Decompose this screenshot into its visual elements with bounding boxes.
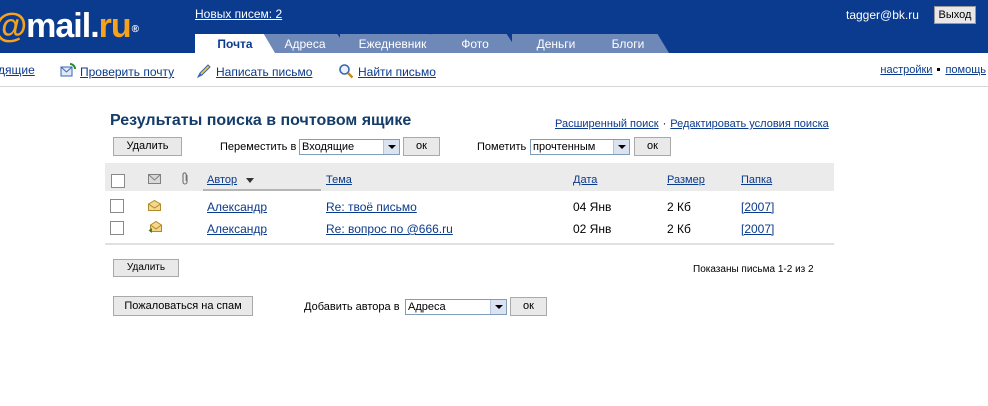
row-subject[interactable]: Re: вопрос по @666.ru [326, 222, 453, 236]
row-date: 04 Янв [573, 200, 612, 214]
envelope-icon [148, 174, 161, 184]
inbox-link-partial[interactable]: дящие [0, 63, 35, 77]
sort-indicator [203, 189, 321, 191]
row-checkbox[interactable] [110, 221, 124, 235]
write-mail-item[interactable]: Написать письмо [196, 63, 312, 79]
add-author-ok-button[interactable]: ок [510, 297, 547, 316]
page-title: Результаты поиска в почтовом ящике [110, 112, 412, 129]
row-author[interactable]: Александр [207, 200, 267, 214]
mark-as-label: Пометить [477, 141, 527, 153]
find-mail-item[interactable]: Найти письмо [338, 63, 436, 79]
separator-dot: · [662, 118, 667, 130]
row-folder[interactable]: [2007] [741, 200, 774, 214]
tab-addresses[interactable]: Адреса [260, 34, 350, 53]
move-to-label: Переместить в [220, 141, 297, 153]
row-size: 2 Кб [667, 222, 691, 236]
move-ok-button[interactable]: ок [403, 137, 440, 156]
user-email: tagger@bk.ru [846, 8, 919, 22]
tab-calendar[interactable]: Ежедневник [340, 34, 445, 53]
chevron-down-icon [383, 140, 399, 154]
mail-toolbar: дящие Проверить почту Написать письмо На… [0, 53, 988, 87]
sort-desc-icon [246, 178, 254, 183]
row-subject[interactable]: Re: твоё письмо [326, 200, 417, 214]
tab-money[interactable]: Деньги [512, 34, 600, 53]
results-count: Показаны письма 1-2 из 2 [693, 264, 814, 275]
edit-search-conditions-link[interactable]: Редактировать условия поиска [670, 118, 828, 130]
row-date: 02 Янв [573, 222, 612, 236]
delete-button-bottom[interactable]: Удалить [113, 259, 179, 277]
tab-blogs[interactable]: Блоги [587, 34, 669, 53]
row-folder[interactable]: [2007] [741, 222, 774, 236]
header-bar: @mail.ru® Новых писем: 2 tagger@bk.ru Вы… [0, 0, 988, 53]
row-size: 2 Кб [667, 200, 691, 214]
pen-icon [196, 64, 211, 79]
table-row[interactable]: Александр Re: вопрос по @666.ru 02 Янв 2… [105, 218, 834, 238]
select-all-checkbox[interactable] [111, 174, 125, 188]
table-row[interactable]: Александр Re: твоё письмо 04 Янв 2 Кб [2… [105, 196, 834, 216]
new-mail-link[interactable]: Новых писем: 2 [195, 7, 282, 21]
table-bottom-divider [105, 243, 834, 245]
chevron-down-icon [613, 140, 629, 154]
add-author-label: Добавить автора в [304, 301, 400, 313]
advanced-search-link[interactable]: Расширенный поиск [555, 118, 659, 130]
read-envelope-icon [148, 200, 161, 211]
settings-link[interactable]: настройки [880, 64, 932, 76]
tab-photo[interactable]: Фото [431, 34, 519, 53]
check-mail-item[interactable]: Проверить почту [60, 63, 174, 79]
report-spam-button[interactable]: Пожаловаться на спам [113, 296, 253, 316]
table-header: Автор Тема Дата Размер Папка [105, 163, 834, 191]
move-folder-select[interactable]: Входящие [299, 139, 400, 155]
row-checkbox[interactable] [110, 199, 124, 213]
search-icon [339, 64, 354, 79]
column-date[interactable]: Дата [573, 174, 597, 186]
add-author-select[interactable]: Адреса [405, 299, 507, 315]
mark-ok-button[interactable]: ок [634, 137, 671, 156]
row-author[interactable]: Александр [207, 222, 267, 236]
replied-envelope-icon [148, 221, 162, 233]
column-author[interactable]: Автор [207, 174, 237, 186]
chevron-down-icon [490, 300, 506, 314]
search-links: Расширенный поиск · Редактировать условия … [555, 118, 829, 130]
delete-button-top[interactable]: Удалить [113, 137, 182, 156]
attachment-icon [182, 172, 188, 185]
check-mail-icon [60, 63, 76, 77]
toolbar-right-links: настройки помощь [880, 64, 986, 76]
tab-mail[interactable]: Почта [195, 34, 275, 53]
help-link[interactable]: помощь [945, 64, 986, 76]
mailru-logo[interactable]: @mail.ru® [0, 6, 139, 46]
column-subject[interactable]: Тема [326, 174, 352, 186]
separator-dot [937, 68, 941, 71]
search-results-table: Автор Тема Дата Размер Папка Александр R… [105, 163, 834, 245]
mark-as-select[interactable]: прочтенным [530, 139, 630, 155]
column-folder[interactable]: Папка [741, 174, 772, 186]
logout-button[interactable]: Выход [934, 6, 976, 24]
column-size[interactable]: Размер [667, 174, 705, 186]
